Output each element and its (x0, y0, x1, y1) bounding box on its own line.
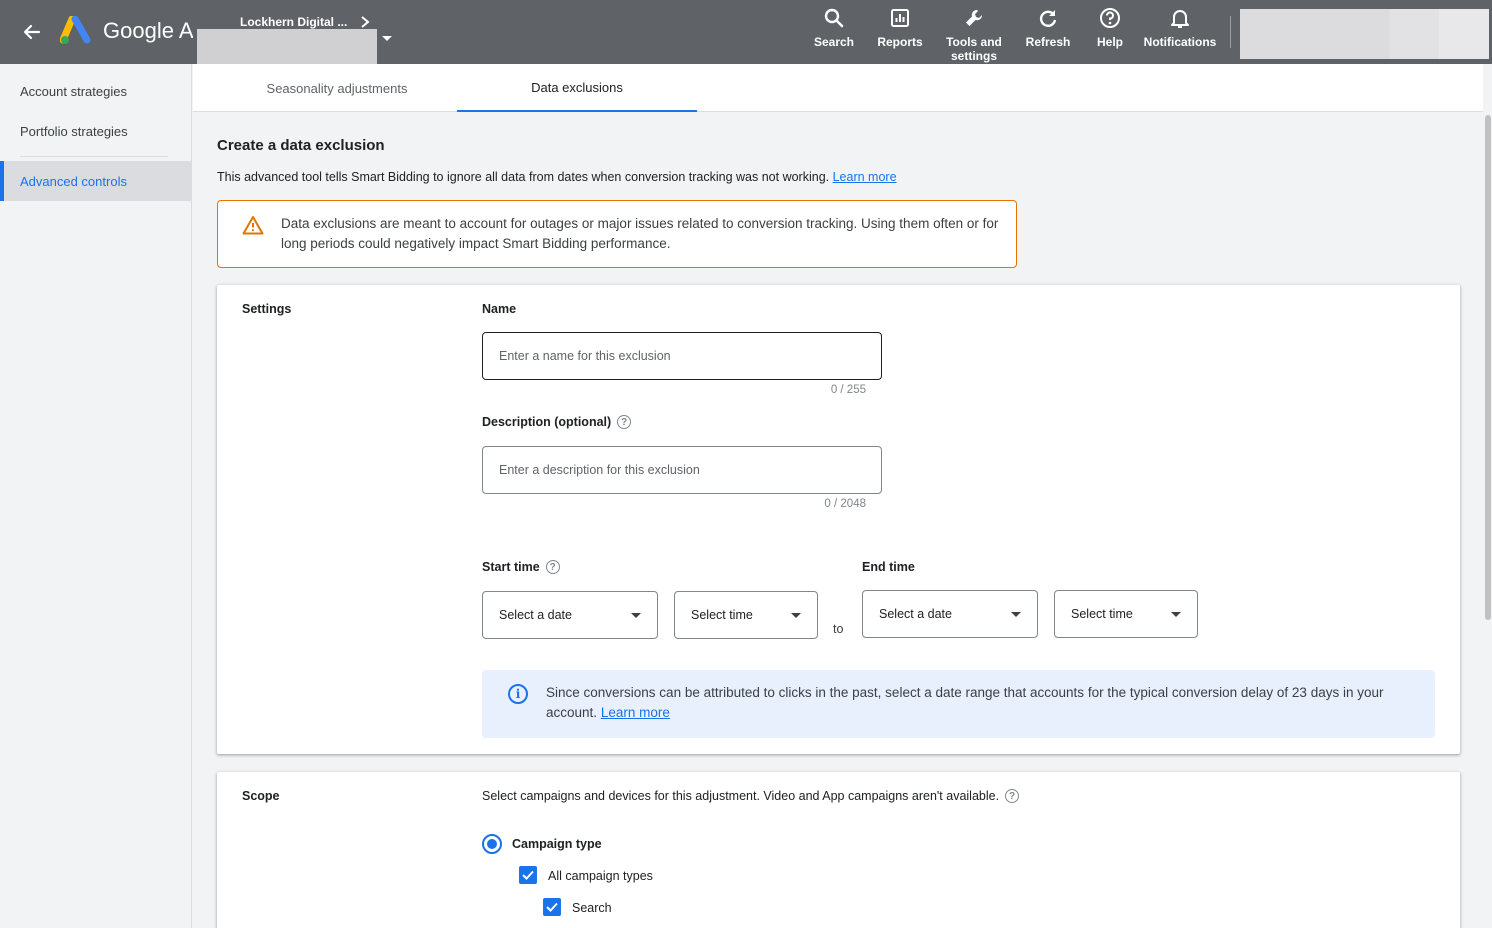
header-nav-label: Help (1096, 35, 1123, 49)
scope-card: Scope Select campaigns and devices for t… (217, 772, 1460, 928)
sidebar-item-account-strategies[interactable]: Account strategies (0, 71, 192, 111)
campaign-type-radio[interactable] (482, 834, 502, 854)
scrollbar-thumb[interactable] (1485, 115, 1491, 620)
reports-icon (888, 6, 912, 30)
redacted-user-account[interactable] (1240, 9, 1489, 59)
to-label: to (833, 622, 844, 636)
start-time-label-text: Start time (482, 560, 540, 574)
top-app-bar: Google Ads Lockhern Digital ... Search R… (0, 0, 1492, 75)
description-help-icon[interactable]: ? (617, 415, 632, 429)
info-text-body: Since conversions can be attributed to c… (546, 685, 1384, 720)
header-help-button[interactable]: Help (1092, 6, 1128, 49)
caret-down-icon (791, 612, 801, 618)
sidebar-item-advanced-controls[interactable]: Advanced controls (0, 161, 192, 201)
warning-icon (242, 215, 264, 235)
all-campaign-types-label: All campaign types (548, 869, 653, 883)
account-name[interactable]: Lockhern Digital ... (240, 15, 347, 29)
description-input[interactable]: Enter a description for this exclusion (482, 446, 882, 494)
name-label-text: Name (482, 302, 517, 316)
start-date-select[interactable]: Select a date (482, 591, 658, 639)
scope-help-icon[interactable]: ? (1005, 789, 1020, 803)
tab-data-exclusions[interactable]: Data exclusions (457, 64, 697, 112)
end-time-select[interactable]: Select time (1054, 590, 1198, 638)
header-search-button[interactable]: Search (812, 6, 856, 49)
scope-description-text: Select campaigns and devices for this ad… (482, 789, 1000, 803)
search-campaign-label: Search (572, 901, 612, 915)
settings-section-label: Settings (242, 302, 292, 316)
brand-name: Google Ads (103, 18, 193, 43)
all-campaign-types-checkbox[interactable] (519, 866, 537, 884)
end-date-value: Select a date (879, 607, 952, 621)
search-icon (822, 6, 846, 30)
header-nav-label: Refresh (1025, 35, 1071, 49)
description-char-counter: 0 / 2048 (824, 498, 866, 510)
description-label-text: Description (optional) (482, 415, 612, 429)
google-ads-logo-icon (59, 15, 94, 46)
name-char-counter: 0 / 255 (830, 384, 866, 396)
radio-selected-dot (487, 839, 497, 849)
start-date-value: Select a date (499, 608, 572, 622)
learn-more-link[interactable]: Learn more (833, 170, 897, 184)
sidebar: Account strategies Portfolio strategies … (0, 64, 192, 928)
description-label: Description (optional) ? (482, 415, 632, 429)
bell-icon (1168, 6, 1192, 30)
checkmark-icon (546, 902, 558, 912)
start-time-label: Start time ? (482, 560, 560, 574)
end-time-value: Select time (1071, 607, 1133, 621)
page-description: This advanced tool tells Smart Bidding t… (217, 170, 897, 184)
caret-down-icon (1011, 611, 1021, 617)
name-input-placeholder: Enter a name for this exclusion (499, 349, 671, 363)
end-time-label-text: End time (862, 560, 915, 574)
caret-down-icon (1171, 611, 1181, 617)
help-icon (1098, 6, 1122, 30)
end-time-label: End time (862, 560, 915, 574)
header-nav-label: Search (813, 35, 855, 49)
info-banner: i Since conversions can be attributed to… (482, 670, 1435, 738)
start-time-help-icon[interactable]: ? (545, 560, 560, 574)
start-time-select[interactable]: Select time (674, 591, 818, 639)
header-reports-button[interactable]: Reports (874, 6, 926, 49)
header-nav-label: Notifications (1143, 35, 1217, 49)
name-label: Name (482, 302, 516, 316)
warning-text: Data exclusions are meant to account for… (281, 216, 999, 251)
page-title: Create a data exclusion (217, 137, 385, 154)
chevron-right-icon[interactable] (358, 14, 372, 30)
checkmark-icon (522, 870, 534, 880)
settings-card: Settings Name Enter a name for this excl… (217, 285, 1460, 754)
wrench-icon (962, 6, 986, 30)
scope-description: Select campaigns and devices for this ad… (482, 789, 1020, 803)
sidebar-divider (20, 156, 168, 157)
tab-bar: Seasonality adjustments Data exclusions (193, 64, 1483, 112)
info-learn-more-link[interactable]: Learn more (601, 705, 670, 720)
header-refresh-button[interactable]: Refresh (1022, 6, 1074, 49)
account-dropdown-icon[interactable] (382, 36, 392, 41)
warning-banner: Data exclusions are meant to account for… (217, 200, 1017, 268)
start-time-value: Select time (691, 608, 753, 622)
page-description-text: This advanced tool tells Smart Bidding t… (217, 170, 830, 184)
header-nav-label: Reports (877, 35, 923, 49)
header-nav-label: Tools and settings (946, 35, 1002, 63)
description-input-placeholder: Enter a description for this exclusion (499, 463, 700, 477)
sidebar-item-portfolio-strategies[interactable]: Portfolio strategies (0, 111, 192, 151)
end-date-select[interactable]: Select a date (862, 590, 1038, 638)
header-tools-button[interactable]: Tools and settings (944, 6, 1004, 63)
info-text: Since conversions can be attributed to c… (546, 683, 1426, 723)
back-arrow-icon[interactable] (18, 18, 46, 46)
caret-down-icon (631, 612, 641, 618)
name-input[interactable]: Enter a name for this exclusion (482, 332, 882, 380)
info-icon: i (508, 684, 528, 704)
campaign-type-label: Campaign type (512, 837, 602, 851)
header-notifications-button[interactable]: Notifications (1140, 6, 1220, 49)
header-divider (1230, 16, 1231, 48)
search-campaign-checkbox[interactable] (543, 898, 561, 916)
scope-section-label: Scope (242, 789, 280, 803)
tab-seasonality-adjustments[interactable]: Seasonality adjustments (217, 64, 457, 112)
refresh-icon (1036, 6, 1060, 30)
